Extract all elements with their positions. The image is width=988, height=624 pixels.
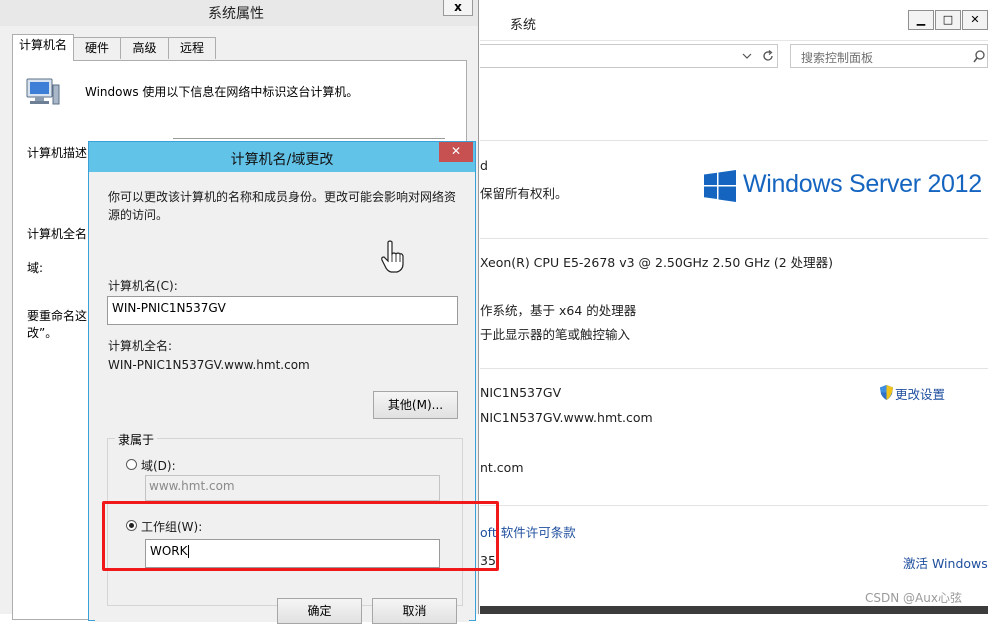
domain-input[interactable]: www.hmt.com bbox=[145, 475, 440, 501]
refresh-icon[interactable] bbox=[762, 50, 774, 62]
divider bbox=[480, 238, 988, 239]
computer-name-label: 计算机名(C): bbox=[108, 279, 178, 293]
tab-computer-name[interactable]: 计算机名 bbox=[12, 34, 74, 61]
hand-cursor-icon bbox=[381, 240, 404, 273]
search-input[interactable]: 搜索控制面板 bbox=[801, 49, 873, 66]
divider bbox=[480, 505, 988, 506]
close-icon: x bbox=[454, 0, 462, 14]
full-name-text: NIC1N537GV.www.hmt.com bbox=[480, 410, 653, 425]
domain-text: nt.com bbox=[480, 460, 524, 475]
text-fragment: d bbox=[480, 158, 488, 173]
more-button[interactable]: 其他(M)... bbox=[373, 391, 458, 419]
minimize-button[interactable]: ▁ bbox=[908, 10, 934, 30]
shield-icon bbox=[880, 385, 893, 400]
system-type-text: 作系统，基于 x64 的处理器 bbox=[480, 303, 637, 318]
windows-logo-icon bbox=[704, 170, 736, 202]
member-of-legend: 隶属于 bbox=[115, 431, 158, 448]
maximize-icon: □ bbox=[942, 13, 954, 26]
full-name-value: WIN-PNIC1N537GV.www.hmt.com bbox=[108, 358, 310, 372]
system-window: 系统 ▁ □ ✕ 搜索控制面板 d 保留所有权利。 Windows Server… bbox=[480, 0, 988, 614]
copyright-text: 保留所有权利。 bbox=[480, 186, 568, 201]
domain-radio-label[interactable]: 域(D): bbox=[141, 457, 176, 474]
dialog-title: 计算机名/域更改 bbox=[230, 152, 334, 168]
intro-text: Windows 使用以下信息在网络中标识这台计算机。 bbox=[85, 85, 359, 99]
computer-name-value: WIN-PNIC1N537GV bbox=[112, 301, 226, 315]
search-box[interactable]: 搜索控制面板 bbox=[790, 44, 988, 68]
divider bbox=[480, 140, 988, 141]
computer-name-input[interactable]: WIN-PNIC1N537GV bbox=[107, 296, 458, 325]
highlight-box bbox=[102, 501, 499, 571]
close-icon: ✕ bbox=[970, 13, 980, 26]
tab-advanced[interactable]: 高级 bbox=[120, 37, 169, 59]
minimize-icon: ▁ bbox=[916, 13, 926, 26]
dialog-close-button[interactable]: ✕ bbox=[439, 142, 473, 162]
cancel-button[interactable]: 取消 bbox=[372, 598, 457, 624]
dialog-description-line1: 你可以更改该计算机的名称和成员身份。更改可能会影响对网络资 bbox=[108, 190, 457, 204]
domain-radio[interactable] bbox=[126, 459, 137, 470]
computer-name-text: NIC1N537GV bbox=[480, 385, 562, 400]
full-name-label: 计算机全名: bbox=[108, 339, 173, 353]
ok-button[interactable]: 确定 bbox=[277, 598, 362, 624]
description-label: 计算机描述 bbox=[27, 146, 88, 160]
divider bbox=[480, 368, 988, 369]
system-titlebar: 系统 ▁ □ ✕ bbox=[480, 0, 988, 41]
properties-close-button[interactable]: x bbox=[443, 0, 473, 16]
taskbar-edge bbox=[480, 606, 988, 614]
dialog-titlebar: 计算机名/域更改 ✕ bbox=[89, 142, 475, 172]
change-settings-label[interactable]: 更改设置 bbox=[895, 384, 945, 403]
activate-windows-link[interactable]: 激活 Windows bbox=[903, 553, 988, 572]
computer-icon bbox=[26, 78, 60, 105]
watermark: CSDN @Aux心弦 bbox=[865, 591, 962, 605]
dialog-description-line2: 源的访问。 bbox=[108, 208, 169, 222]
processor-text: Xeon(R) CPU E5-2678 v3 @ 2.50GHz 2.50 GH… bbox=[480, 255, 834, 270]
properties-titlebar: 系统属性 x bbox=[0, 0, 478, 26]
pen-touch-text: 于此显示器的笔或触控输入 bbox=[480, 327, 631, 342]
address-bar[interactable] bbox=[480, 44, 778, 68]
domain-label: 域: bbox=[27, 261, 44, 275]
domain-value: www.hmt.com bbox=[149, 479, 235, 493]
search-icon[interactable] bbox=[973, 50, 985, 63]
close-icon: ✕ bbox=[450, 144, 462, 158]
full-name-label: 计算机全名 bbox=[27, 227, 88, 241]
close-button[interactable]: ✕ bbox=[962, 10, 988, 30]
properties-title: 系统属性 bbox=[208, 6, 264, 22]
tab-remote[interactable]: 远程 bbox=[168, 37, 216, 59]
rename-text-1: 要重命名这 bbox=[27, 309, 88, 323]
tab-hardware[interactable]: 硬件 bbox=[73, 37, 121, 59]
rename-text-2: 改”。 bbox=[27, 326, 58, 340]
chevron-down-icon[interactable] bbox=[742, 52, 752, 60]
maximize-button[interactable]: □ bbox=[935, 10, 961, 30]
windows-server-logo-text: Windows Server 2012 R2 bbox=[743, 170, 988, 198]
system-window-title: 系统 bbox=[510, 18, 537, 33]
